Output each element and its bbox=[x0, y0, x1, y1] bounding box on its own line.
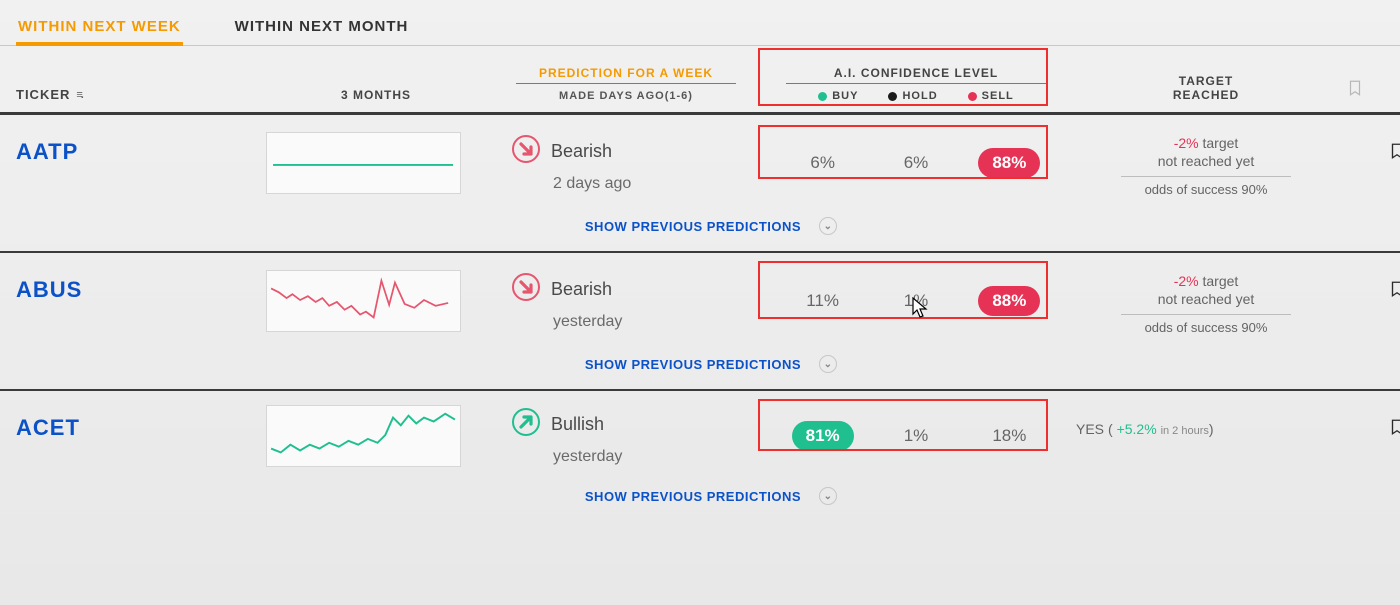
prediction-cell: Bearish 2 days ago bbox=[496, 134, 756, 193]
dot-sell-icon bbox=[968, 92, 977, 101]
confidence-hold: 1% bbox=[869, 291, 962, 311]
confidence-buy: 81% bbox=[776, 421, 869, 451]
confidence-sell: 88% bbox=[963, 148, 1056, 178]
show-previous-predictions-link[interactable]: SHOW PREVIOUS PREDICTIONS ⌄ bbox=[16, 335, 1400, 389]
target-pct: -2% bbox=[1174, 273, 1199, 289]
show-previous-predictions-link[interactable]: SHOW PREVIOUS PREDICTIONS ⌄ bbox=[16, 467, 1400, 521]
target-cell: -2% target not reached yet odds of succe… bbox=[1076, 129, 1336, 197]
sparkline-3-months bbox=[266, 132, 461, 194]
prediction-when: 2 days ago bbox=[511, 175, 631, 193]
sort-icon: ≡. bbox=[76, 89, 81, 101]
sell-pill: 88% bbox=[978, 286, 1040, 316]
arrow-up-right-icon bbox=[511, 407, 541, 442]
divider bbox=[1121, 176, 1291, 177]
confidence-hold: 6% bbox=[869, 153, 962, 173]
confidence-legend: BUY HOLD SELL bbox=[818, 90, 1014, 102]
ticker-symbol[interactable]: ABUS bbox=[16, 267, 256, 303]
legend-hold: HOLD bbox=[888, 90, 937, 102]
header-bookmark bbox=[1346, 77, 1400, 102]
target-odds: odds of success 90% bbox=[1145, 320, 1268, 335]
dot-buy-icon bbox=[818, 92, 827, 101]
header-ticker-label: TICKER bbox=[16, 87, 70, 102]
confidence-buy: 11% bbox=[776, 291, 869, 311]
target-note: not reached yet bbox=[1158, 291, 1255, 307]
target-note: not reached yet bbox=[1158, 153, 1255, 169]
timeframe-tabs: WITHIN NEXT WEEK WITHIN NEXT MONTH bbox=[0, 0, 1400, 46]
bookmark-icon bbox=[1346, 77, 1364, 99]
bookmark-icon bbox=[1388, 277, 1400, 301]
table-row: ACET Bullish yesterday 81% 1% 18% YES ( … bbox=[0, 391, 1400, 521]
confidence-cell: 11% 1% 88% bbox=[766, 278, 1066, 324]
confidence-buy: 6% bbox=[776, 153, 869, 173]
direction-label: Bullish bbox=[551, 414, 604, 435]
header-3-months: 3 MONTHS bbox=[266, 88, 486, 102]
target-cell: YES ( +5.2% in 2 hours) bbox=[1076, 405, 1336, 437]
prediction-cell: Bullish yesterday bbox=[496, 407, 756, 466]
direction-label: Bearish bbox=[551, 279, 612, 300]
legend-buy: BUY bbox=[818, 90, 858, 102]
header-prediction: PREDICTION FOR A WEEK MADE DAYS AGO(1-6) bbox=[496, 66, 756, 102]
show-previous-predictions-link[interactable]: SHOW PREVIOUS PREDICTIONS ⌄ bbox=[16, 197, 1400, 251]
header-prediction-top: PREDICTION FOR A WEEK bbox=[516, 66, 736, 84]
ticker-symbol[interactable]: ACET bbox=[16, 405, 256, 441]
direction-label: Bearish bbox=[551, 141, 612, 162]
confidence-cell: 81% 1% 18% bbox=[766, 413, 1066, 459]
divider bbox=[1121, 314, 1291, 315]
confidence-hold: 1% bbox=[869, 426, 962, 446]
bookmark-icon bbox=[1388, 415, 1400, 439]
target-odds: odds of success 90% bbox=[1145, 182, 1268, 197]
bookmark-button[interactable] bbox=[1346, 129, 1400, 166]
arrow-down-right-icon bbox=[511, 272, 541, 307]
legend-sell: SELL bbox=[968, 90, 1014, 102]
confidence-sell: 18% bbox=[963, 426, 1056, 446]
target-pct: +5.2% bbox=[1117, 421, 1157, 437]
dot-hold-icon bbox=[888, 92, 897, 101]
table-row: ABUS Bearish yesterday 11% 1% 88% -2% ta… bbox=[0, 253, 1400, 391]
prediction-when: yesterday bbox=[511, 448, 622, 466]
header-confidence: A.I. CONFIDENCE LEVEL BUY HOLD SELL bbox=[766, 66, 1066, 102]
tab-within-next-month[interactable]: WITHIN NEXT MONTH bbox=[233, 10, 411, 45]
bookmark-icon bbox=[1388, 139, 1400, 163]
chevron-down-icon: ⌄ bbox=[819, 355, 837, 373]
sparkline-3-months bbox=[266, 270, 461, 332]
ticker-symbol[interactable]: AATP bbox=[16, 129, 256, 165]
target-yes: YES bbox=[1076, 421, 1104, 437]
buy-pill: 81% bbox=[792, 421, 854, 451]
bookmark-button[interactable] bbox=[1346, 405, 1400, 442]
header-prediction-sub: MADE DAYS AGO(1-6) bbox=[559, 90, 693, 102]
target-cell: -2% target not reached yet odds of succe… bbox=[1076, 267, 1336, 335]
chevron-down-icon: ⌄ bbox=[819, 217, 837, 235]
header-target: TARGET REACHED bbox=[1076, 74, 1336, 102]
prediction-cell: Bearish yesterday bbox=[496, 272, 756, 331]
header-confidence-label: A.I. CONFIDENCE LEVEL bbox=[786, 66, 1046, 84]
column-headers: TICKER ≡. 3 MONTHS PREDICTION FOR A WEEK… bbox=[0, 46, 1400, 115]
prediction-when: yesterday bbox=[511, 313, 622, 331]
tab-within-next-week[interactable]: WITHIN NEXT WEEK bbox=[16, 10, 183, 45]
sell-pill: 88% bbox=[978, 148, 1040, 178]
header-ticker[interactable]: TICKER ≡. bbox=[16, 87, 256, 102]
bookmark-button[interactable] bbox=[1346, 267, 1400, 304]
confidence-sell: 88% bbox=[963, 286, 1056, 316]
target-pct: -2% bbox=[1174, 135, 1199, 151]
sparkline-3-months bbox=[266, 405, 461, 467]
arrow-down-right-icon bbox=[511, 134, 541, 169]
chevron-down-icon: ⌄ bbox=[819, 487, 837, 505]
table-row: AATP Bearish 2 days ago 6% 6% 88% -2% ta… bbox=[0, 115, 1400, 253]
confidence-cell: 6% 6% 88% bbox=[766, 140, 1066, 186]
